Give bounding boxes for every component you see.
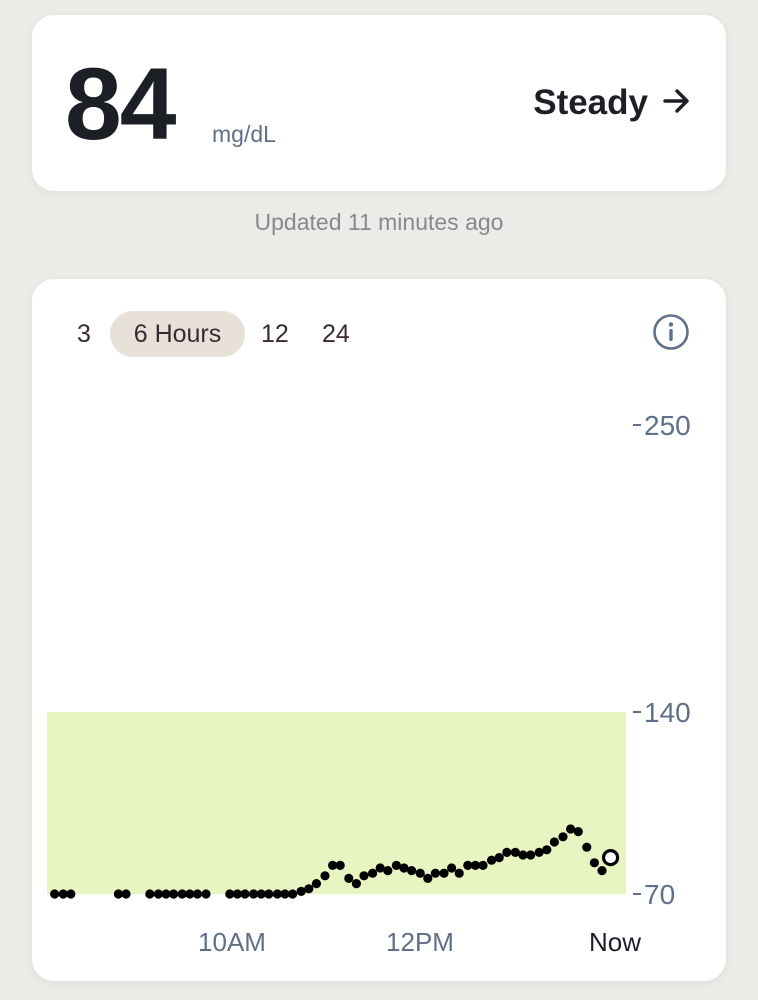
trend-indicator: Steady — [533, 83, 692, 123]
glucose-reading-dot — [502, 847, 512, 858]
glucose-reading-dot — [439, 868, 449, 878]
glucose-reading-dot — [335, 860, 345, 871]
glucose-reading-dot — [201, 889, 211, 899]
glucose-reading-dot — [264, 889, 274, 899]
glucose-chart: 70 140 250 10AM 12PM Now — [47, 410, 691, 957]
glucose-reading-dot — [549, 837, 560, 847]
current-reading-dot — [601, 848, 620, 867]
glucose-reading-dot — [430, 868, 441, 878]
glucose-value: 84 — [65, 47, 176, 161]
glucose-reading-dot — [304, 884, 314, 894]
glucose-reading-dot — [121, 889, 131, 899]
glucose-reading-dot — [311, 879, 322, 889]
glucose-reading-dot — [145, 889, 155, 899]
glucose-reading-dot — [447, 863, 457, 873]
glucose-reading-dot — [478, 860, 488, 871]
last-updated-text: Updated 11 minutes ago — [254, 209, 504, 235]
glucose-reading-dot — [169, 889, 179, 899]
x-tick-label: 10AM — [198, 927, 266, 957]
glucose-reading-dot — [454, 868, 464, 878]
glucose-reading-dot — [367, 868, 378, 878]
trend-label: Steady — [533, 83, 648, 122]
y-tick-label: 70 — [644, 879, 675, 910]
glucose-reading-dot — [573, 827, 583, 837]
glucose-reading-dot — [50, 889, 60, 899]
x-tick-label: Now — [589, 927, 641, 957]
glucose-reading-dot — [589, 858, 600, 868]
glucose-reading-dot — [240, 889, 250, 899]
glucose-reading-dot — [344, 873, 354, 884]
glucose-reading-dot — [597, 866, 607, 876]
glucose-chart-card: 3 6 Hours 12 24 70 140 250 10AM 12PM Now — [32, 279, 726, 981]
glucose-reading-dot — [66, 889, 76, 899]
glucose-reading-dot — [288, 889, 298, 899]
glucose-reading-dot — [423, 873, 433, 884]
glucose-reading-dot — [542, 845, 552, 855]
glucose-reading-dot — [526, 850, 536, 860]
arrow-right-icon — [662, 88, 692, 119]
current-reading-card: 84 mg/dL Steady — [32, 15, 726, 191]
glucose-reading-dot — [351, 879, 361, 889]
y-tick-label: 250 — [644, 410, 691, 441]
glucose-reading-dot — [407, 866, 417, 876]
glucose-reading-dot — [359, 871, 369, 881]
glucose-reading-dot — [192, 889, 203, 899]
glucose-reading-dot — [415, 868, 425, 878]
x-tick-label: 12PM — [386, 927, 454, 957]
glucose-reading-dot — [383, 866, 393, 876]
glucose-reading-dot — [582, 842, 592, 852]
glucose-reading-dot — [558, 832, 568, 842]
glucose-unit: mg/dL — [212, 121, 276, 147]
y-tick-label: 140 — [644, 697, 691, 728]
glucose-reading-dot — [320, 871, 330, 881]
glucose-reading-dot — [494, 853, 504, 863]
